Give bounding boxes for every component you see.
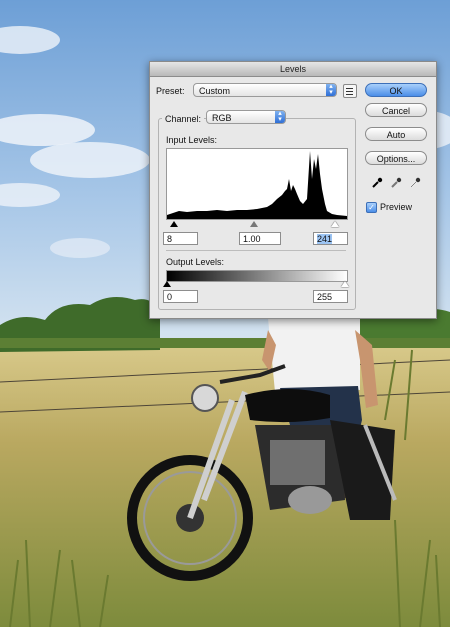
white-eyedropper-icon[interactable]	[409, 177, 421, 189]
input-white-field[interactable]: 241	[313, 232, 348, 245]
levels-dialog: Levels Preset: Custom ▴ ▾ Channel: RGB ▴ ▾…	[149, 61, 437, 319]
output-black-slider[interactable]	[163, 281, 171, 287]
preview-label: Preview	[380, 202, 413, 212]
preset-label: Preset:	[156, 86, 185, 96]
separator	[166, 250, 346, 251]
output-white-field[interactable]: 255	[313, 290, 348, 303]
input-white-value: 241	[317, 234, 333, 244]
preset-menu-icon[interactable]	[343, 84, 357, 98]
gray-eyedropper-icon[interactable]	[390, 177, 402, 189]
dialog-title: Levels	[150, 62, 436, 77]
output-gradient	[166, 270, 348, 282]
options-button[interactable]: Options...	[365, 151, 427, 165]
check-icon: ✓	[368, 203, 375, 212]
cancel-button[interactable]: Cancel	[365, 103, 427, 117]
preset-value: Custom	[199, 86, 231, 96]
output-black-field[interactable]: 0	[163, 290, 198, 303]
input-gamma-field[interactable]: 1.00	[239, 232, 281, 245]
output-white-slider[interactable]	[341, 281, 349, 287]
input-black-slider[interactable]	[170, 221, 178, 227]
histogram-graph	[167, 151, 347, 219]
input-white-slider[interactable]	[331, 221, 339, 227]
histogram	[166, 148, 348, 220]
fuel-tank	[245, 389, 330, 423]
channel-value: RGB	[212, 113, 232, 123]
output-levels-label: Output Levels:	[166, 257, 225, 267]
input-levels-label: Input Levels:	[166, 135, 218, 145]
auto-button[interactable]: Auto	[365, 127, 427, 141]
preview-checkbox[interactable]: ✓	[366, 202, 377, 213]
select-arrows-icon: ▴ ▾	[326, 83, 336, 96]
ok-button[interactable]: OK	[365, 83, 427, 97]
select-arrows-icon: ▴ ▾	[275, 110, 285, 123]
channel-select[interactable]: RGB ▴ ▾	[206, 110, 286, 124]
preset-select[interactable]: Custom ▴ ▾	[193, 83, 337, 97]
input-black-field[interactable]: 8	[163, 232, 198, 245]
input-gamma-slider[interactable]	[250, 221, 258, 227]
channel-label: Channel:	[162, 114, 205, 124]
black-eyedropper-icon[interactable]	[371, 177, 383, 189]
rider-shirt	[268, 318, 360, 392]
